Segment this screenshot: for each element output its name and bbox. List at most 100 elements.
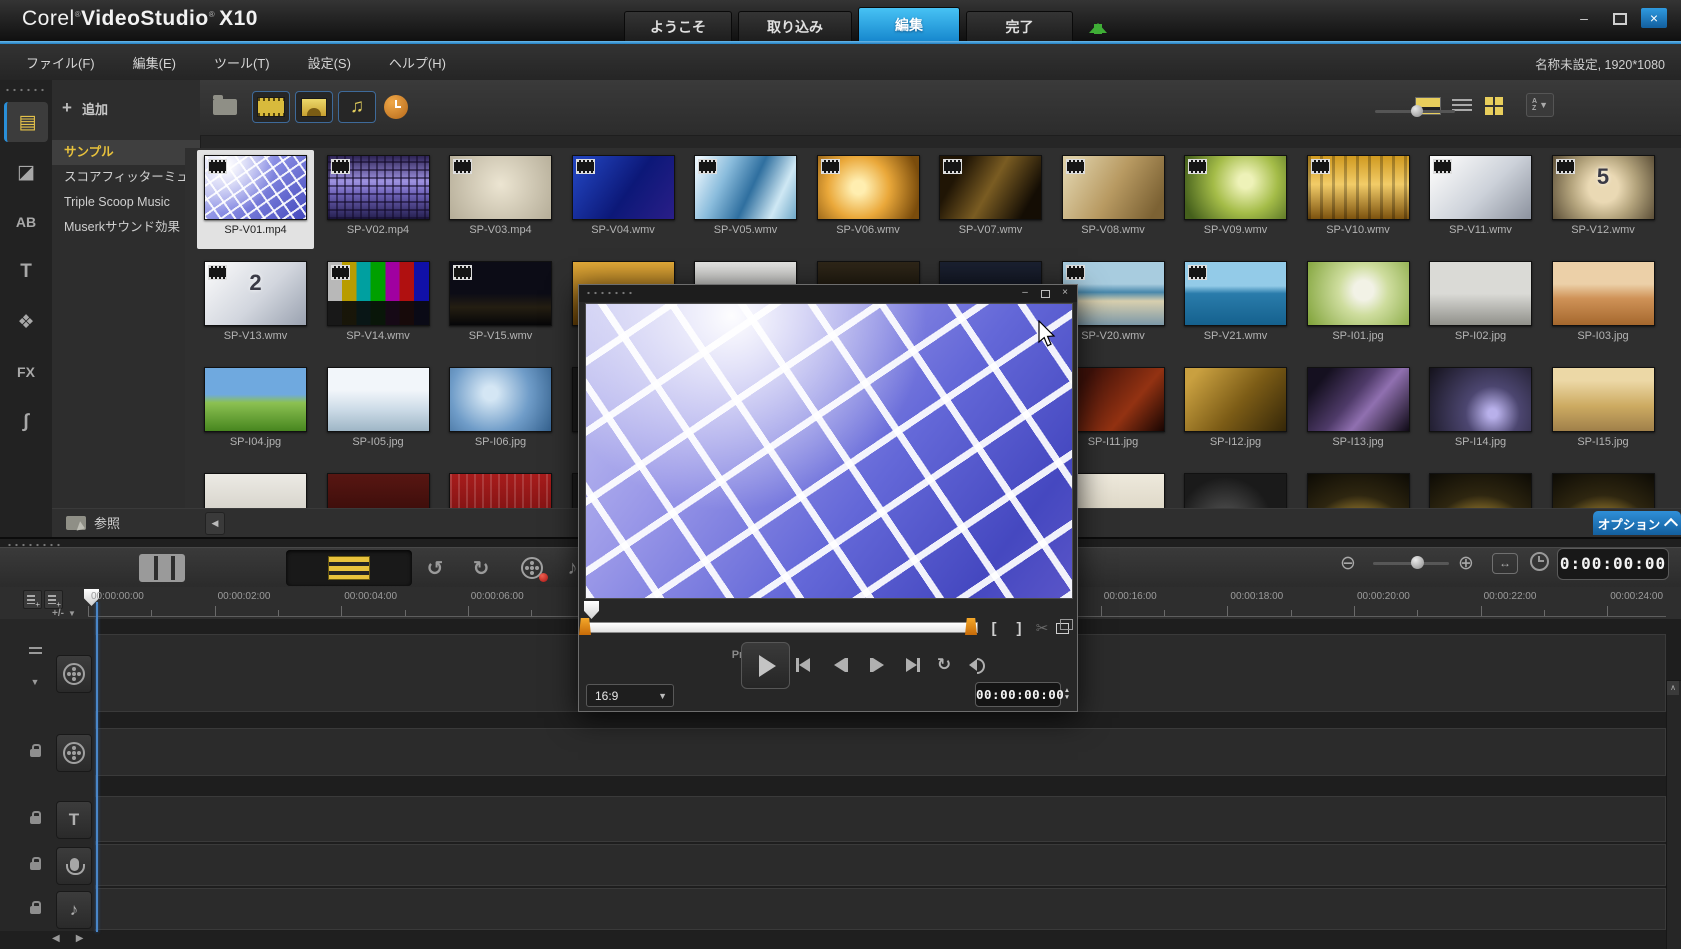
- library-item[interactable]: [1300, 468, 1417, 508]
- video-track-toggle[interactable]: [26, 647, 44, 657]
- category-3[interactable]: Triple Scoop Music: [52, 190, 200, 215]
- fit-project-button[interactable]: ↔: [1492, 553, 1518, 574]
- timeline-view-button[interactable]: [286, 550, 412, 586]
- library-item[interactable]: [320, 468, 437, 508]
- redo-button[interactable]: ↻: [464, 550, 498, 586]
- project-duration-icon[interactable]: [1530, 552, 1549, 571]
- next-frame-button[interactable]: [865, 653, 889, 677]
- rail-item-overlay[interactable]: ❖: [4, 302, 48, 342]
- storyboard-view-button[interactable]: [128, 550, 196, 586]
- library-item[interactable]: SP-V21.wmv: [1177, 256, 1294, 355]
- library-item[interactable]: SP-V07.wmv: [932, 150, 1049, 249]
- scrubber-handle[interactable]: [584, 601, 599, 619]
- spin-down-icon[interactable]: ▼: [1061, 694, 1073, 701]
- timeline-vertical-scrollbar[interactable]: ∧ ∨: [1666, 680, 1681, 949]
- slider-knob[interactable]: [1411, 105, 1423, 117]
- overlay-track-strip[interactable]: [95, 728, 1666, 776]
- import-folder-button[interactable]: [210, 94, 240, 120]
- repeat-button[interactable]: ↻: [933, 653, 955, 677]
- library-item[interactable]: SP-I12.jpg: [1177, 362, 1294, 461]
- overlay-track-toggle[interactable]: [26, 743, 44, 757]
- music-track-strip[interactable]: [95, 888, 1666, 930]
- library-item[interactable]: SP-I01.jpg: [1300, 256, 1417, 355]
- preview-timecode[interactable]: 00:00:00:00: [975, 682, 1061, 707]
- scroll-right-icon[interactable]: ▶: [76, 933, 84, 944]
- library-item[interactable]: SP-V05.wmv: [687, 150, 804, 249]
- rail-item-motion-path[interactable]: ∫: [4, 402, 48, 442]
- tab-1[interactable]: ようこそ: [624, 11, 732, 41]
- music-track-button[interactable]: ♪: [56, 891, 92, 929]
- video-track-button[interactable]: [56, 655, 92, 693]
- video-track-expand[interactable]: ▼: [26, 677, 44, 687]
- library-item[interactable]: [197, 468, 314, 508]
- library-item[interactable]: SP-V02.mp4: [320, 150, 437, 249]
- playhead-line[interactable]: [96, 602, 98, 932]
- library-item[interactable]: SP-I06.jpg: [442, 362, 559, 461]
- library-item[interactable]: SP-V08.wmv: [1055, 150, 1172, 249]
- scroll-up-icon[interactable]: ∧: [1667, 681, 1679, 695]
- options-button[interactable]: オプション: [1593, 511, 1681, 535]
- library-item[interactable]: 2SP-V13.wmv: [197, 256, 314, 355]
- library-item[interactable]: SP-I14.jpg: [1422, 362, 1539, 461]
- aspect-ratio-dropdown[interactable]: 16:9 ▼: [586, 684, 674, 707]
- split-clip-button[interactable]: ✂: [1032, 619, 1052, 639]
- volume-button[interactable]: [961, 653, 987, 677]
- rail-item-template[interactable]: AB: [4, 202, 48, 242]
- library-item[interactable]: SP-V15.wmv: [442, 256, 559, 355]
- grid-scroll-left-button[interactable]: ◀: [205, 512, 225, 535]
- library-item[interactable]: SP-I03.jpg: [1545, 256, 1662, 355]
- category-4[interactable]: Muserkサウンド効果: [52, 215, 200, 240]
- library-item[interactable]: [1177, 468, 1294, 508]
- sort-button[interactable]: A Z▼: [1526, 93, 1554, 117]
- scrubber-track[interactable]: [586, 622, 978, 633]
- tab-4[interactable]: 完了: [966, 11, 1073, 41]
- timecode-spinner[interactable]: ▲ ▼: [1061, 682, 1073, 705]
- go-to-end-button[interactable]: [901, 653, 925, 677]
- mark-out-button[interactable]: ]: [1009, 619, 1029, 639]
- trim-handle-end[interactable]: [965, 618, 977, 635]
- menu-item-2[interactable]: 編集(E): [133, 53, 176, 72]
- voice-track-strip[interactable]: [95, 844, 1666, 886]
- close-button[interactable]: ×: [1641, 8, 1667, 28]
- rail-item-transition[interactable]: ◪: [4, 152, 48, 192]
- add-category-button[interactable]: + 追加: [62, 98, 108, 118]
- timeline-timecode[interactable]: 0:00:00:00: [1557, 548, 1669, 580]
- rail-item-media-library[interactable]: ▤: [4, 102, 48, 142]
- library-item[interactable]: 5SP-V12.wmv: [1545, 150, 1662, 249]
- close-button[interactable]: ×: [1059, 286, 1071, 300]
- library-item[interactable]: SP-V11.wmv: [1422, 150, 1539, 249]
- filter-audio-button[interactable]: ♫: [338, 91, 376, 123]
- library-item[interactable]: SP-V04.wmv: [565, 150, 682, 249]
- preview-video-area[interactable]: [585, 303, 1073, 599]
- preview-window[interactable]: – × [ ] ✂ Project Clip ↻ 16:9 ▼ 00:00:00…: [578, 284, 1078, 712]
- library-item[interactable]: [1422, 468, 1539, 508]
- overlay-track-button[interactable]: [56, 734, 92, 772]
- menu-item-1[interactable]: ファイル(F): [26, 53, 95, 72]
- maximize-button[interactable]: [1606, 8, 1632, 28]
- title-track-button[interactable]: T: [56, 801, 92, 839]
- voice-track-toggle[interactable]: [26, 856, 44, 870]
- preview-titlebar[interactable]: – ×: [579, 285, 1077, 302]
- timeline-zoom-slider[interactable]: [1373, 556, 1449, 570]
- speed-lapse-button[interactable]: [382, 93, 410, 121]
- library-item[interactable]: SP-V01.mp4: [197, 150, 314, 249]
- menu-item-4[interactable]: 設定(S): [308, 53, 351, 72]
- library-item[interactable]: [1545, 468, 1662, 508]
- title-track-toggle[interactable]: [26, 810, 44, 824]
- green-up-arrow-icon[interactable]: [1089, 14, 1107, 36]
- library-item[interactable]: SP-I04.jpg: [197, 362, 314, 461]
- spin-up-icon[interactable]: ▲: [1061, 687, 1073, 694]
- show-all-tracks-button[interactable]: [23, 590, 42, 609]
- add-remove-track-control[interactable]: +/- ▼: [52, 608, 76, 619]
- zoom-in-icon[interactable]: ⊕: [1458, 552, 1474, 575]
- minimize-button[interactable]: –: [1571, 8, 1597, 28]
- trim-handle-start[interactable]: [579, 618, 591, 635]
- undo-button[interactable]: ↺: [418, 550, 452, 586]
- rail-item-title[interactable]: T: [4, 252, 48, 292]
- menu-item-3[interactable]: ツール(T): [214, 53, 270, 72]
- previous-frame-button[interactable]: [829, 653, 853, 677]
- filter-videos-button[interactable]: [252, 91, 290, 123]
- library-item[interactable]: SP-V06.wmv: [810, 150, 927, 249]
- library-item[interactable]: SP-I15.jpg: [1545, 362, 1662, 461]
- play-button[interactable]: [741, 642, 790, 689]
